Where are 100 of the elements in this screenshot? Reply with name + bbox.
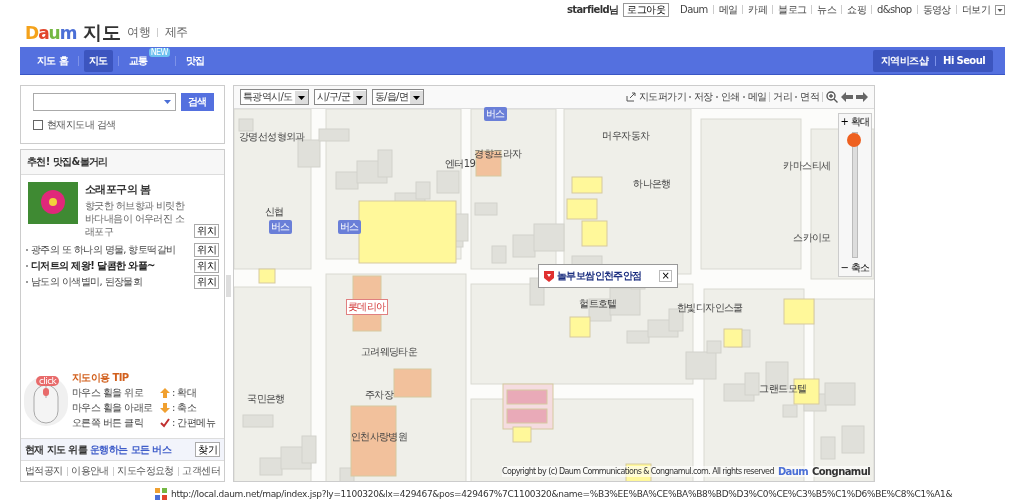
footer-link[interactable]: 지도수정요청	[117, 464, 174, 478]
feature-title[interactable]: 소래포구의 봄	[85, 182, 219, 197]
search-field[interactable]	[33, 93, 176, 111]
place-label: 그랜드모텔	[758, 382, 808, 396]
right-arrow-icon	[856, 92, 868, 102]
tip-text: : 축소	[172, 401, 197, 415]
service-link[interactable]: 제주	[165, 24, 188, 41]
partner-logo: Daum	[777, 466, 809, 477]
footer-link[interactable]: 법적공지	[25, 464, 63, 478]
place-label: 하나은행	[632, 177, 672, 191]
location-button[interactable]: 위치	[194, 259, 219, 273]
tip-text: : 간편메뉴	[172, 416, 215, 430]
map-tool-link[interactable]: 지도퍼가기	[638, 90, 686, 104]
checkbox-label: 현재지도내 검색	[47, 118, 116, 132]
top-link[interactable]: 동영상	[922, 2, 951, 17]
down-arrow-icon	[160, 403, 170, 413]
page-icon	[155, 488, 167, 500]
tip-text: 마우스 휠을 아래로	[72, 401, 154, 415]
tip-text: 오른쪽 버튼 클릭	[72, 416, 144, 430]
recommend-link[interactable]: 광주의 또 하나의 명물, 향토떡갈비	[31, 243, 176, 257]
status-url: http://local.daum.net/map/index.jsp?ly=1100320&lx=429467&pos=429467%7C1100320&name=%B3%EE%BA%CE%BA%B8%BD%D3%C0%CE%C3%B5%C1%D6%BE%C8%C1%A1&	[171, 489, 953, 499]
bus-stop-marker[interactable]: 버스	[269, 220, 292, 234]
popup-title[interactable]: 놀부보쌈인천주안점	[557, 269, 642, 283]
nav-tab[interactable]: 맛집	[180, 49, 210, 72]
region-select[interactable]: 시/구/군	[313, 89, 367, 105]
zoom-in-icon	[826, 91, 838, 103]
place-label: 머우자동차	[601, 129, 651, 143]
panel-header: 추천! 맛집&볼거리	[21, 150, 224, 175]
zoom-out-button[interactable]: − 축소	[840, 260, 870, 276]
tip-text: : 확대	[172, 386, 197, 400]
recommend-link[interactable]: 남도의 이색별미, 된장물회	[31, 275, 143, 289]
user-name: starfield님	[566, 2, 619, 17]
place-label: 강명선성형외과	[238, 130, 306, 144]
restaurant-sign: 롯데리아	[346, 299, 388, 315]
footer-link[interactable]: 이용안내	[71, 464, 109, 478]
location-button[interactable]: 위치	[194, 243, 219, 257]
up-arrow-icon	[160, 388, 170, 398]
nav-link[interactable]: 지역비즈샵	[881, 53, 929, 68]
place-label: 한빛디자인스쿨	[676, 301, 744, 315]
dropdown-icon	[995, 4, 1005, 15]
collapse-handle[interactable]	[226, 275, 231, 297]
map-tool-link[interactable]: 메일	[747, 90, 767, 104]
top-link[interactable]: 카페	[748, 2, 768, 17]
place-label: 인천사랑병원	[349, 430, 409, 444]
search-button[interactable]: 검색	[181, 93, 214, 111]
place-label: 국민은행	[246, 392, 286, 406]
top-link[interactable]: 쇼핑	[847, 2, 867, 17]
location-button[interactable]: 위치	[194, 275, 219, 289]
dropdown-icon	[294, 90, 308, 104]
check-icon	[160, 418, 170, 428]
map-tool-link[interactable]: 저장	[693, 90, 713, 104]
place-label: 주차장	[363, 388, 395, 402]
feature-description: 향긋한 허브향과 비릿한 바다내음이 어우러진 소래포구	[85, 199, 186, 238]
footer-link[interactable]: 고객센터	[182, 464, 220, 478]
share-icon	[625, 92, 636, 102]
service-link[interactable]: 여행	[127, 24, 151, 41]
place-label: 스카이모	[792, 231, 832, 245]
place-label: 고려웨딩타운	[359, 345, 419, 359]
logout-button[interactable]: 로그아웃	[623, 2, 670, 17]
bus-stop-marker[interactable]: 버스	[338, 220, 361, 234]
top-link[interactable]: d&shop	[877, 4, 912, 15]
partner-logo: Congnamul	[812, 466, 870, 477]
daum-logo[interactable]: Daum	[25, 22, 77, 43]
click-bubble: click	[36, 375, 60, 386]
map-tool-link[interactable]: 거리	[773, 90, 793, 104]
page-title: 지도	[83, 19, 121, 45]
flower-photo	[28, 182, 78, 224]
caret-icon	[164, 100, 171, 104]
location-button[interactable]: 위치	[194, 224, 219, 238]
zoom-slider-thumb[interactable]	[847, 133, 861, 147]
region-select[interactable]: 동/읍/면	[371, 89, 425, 105]
top-link[interactable]: 뉴스	[817, 2, 837, 17]
dropdown-icon	[410, 90, 424, 104]
dropdown-icon	[352, 90, 366, 104]
map-tool-link[interactable]: 면적	[800, 90, 819, 104]
top-link[interactable]: 메일	[718, 2, 738, 17]
tip-text: 마우스 휠을 위로	[72, 386, 144, 400]
top-link[interactable]: 블로그	[778, 2, 807, 17]
place-label: 신협	[263, 205, 285, 219]
nav-tab[interactable]: 지도	[84, 49, 113, 72]
tip-title: 지도이용 TIP	[72, 371, 130, 385]
pin-icon	[544, 270, 554, 282]
top-link[interactable]: 더보기	[961, 2, 990, 17]
copyright-text: Copyright by (c) Daum Communications & Congnamul.com. All rights reserved	[501, 467, 774, 476]
recommend-link[interactable]: 디저트의 제왕! 달콤한 와플~	[31, 259, 155, 273]
nav-tab[interactable]: 지도 홈	[32, 49, 74, 72]
region-select[interactable]: 특광역시/도	[240, 89, 309, 105]
bus-stop-marker[interactable]: 버스	[484, 107, 507, 121]
find-button[interactable]: 찾기	[195, 442, 220, 457]
close-button[interactable]: ×	[658, 270, 673, 282]
checkbox[interactable]	[33, 120, 43, 130]
map-tool-link[interactable]: 인쇄	[720, 90, 740, 104]
zoom-in-button[interactable]: + 확대	[840, 114, 870, 130]
place-label: 엔터19	[443, 158, 476, 171]
place-label: 카마스티세	[782, 159, 832, 173]
place-label: 헐트호텔	[578, 297, 618, 311]
left-arrow-icon	[841, 92, 853, 102]
place-label: 경향프라자	[473, 147, 523, 160]
top-link[interactable]: Daum	[680, 4, 708, 15]
nav-link[interactable]: Hi Seoul	[943, 55, 985, 66]
